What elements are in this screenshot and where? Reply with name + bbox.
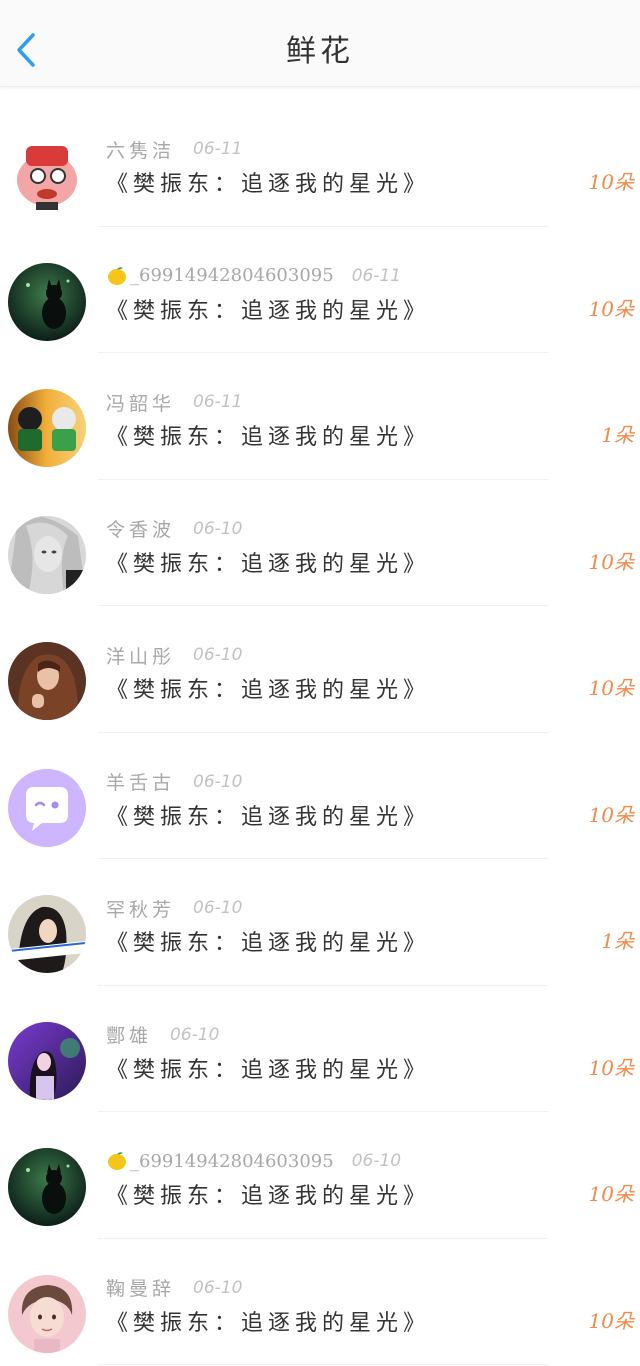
item-title: 《樊振东：追逐我的星光》 [106,1184,431,1209]
list-item[interactable]: 六隽洁 06-11 《樊振东：追逐我的星光》 10朵 [0,100,640,227]
user-name[interactable]: _6991494280460309​5 [130,265,334,286]
flower-count: 10朵 [588,170,634,194]
item-title: 《樊振东：追逐我的星光》 [106,1057,431,1083]
list-item[interactable]: _6991494280460309​5 06-11 《樊振东：追逐我的星光》 1… [0,227,640,354]
item-title: 《樊振东：追逐我的星光》 [106,678,431,703]
list-item[interactable]: 酆雄 06-10 《樊振东：追逐我的星光》 10朵 [0,986,640,1113]
send-date: 06-10 [351,1151,402,1171]
item-meta: 鞠曼辞 06-10 [106,1275,242,1301]
list-item[interactable]: 羊舌古 06-10 《樊振东：追逐我的星光》 10朵 [0,733,640,860]
list-item[interactable]: 鞠曼辞 06-10 《樊振东：追逐我的星光》 10朵 [0,1239,640,1366]
item-meta: 令香波 06-10 [106,516,242,542]
send-date: 06-10 [193,898,243,918]
item-title: 《樊振东：追逐我的星光》 [106,1310,431,1336]
avatar[interactable] [8,389,86,467]
item-title: 《樊振东：追逐我的星光》 [106,551,431,577]
item-meta: _6991494280460309​5 06-11 [106,263,401,289]
avatar[interactable] [8,642,86,720]
user-name[interactable]: 洋山彤 [106,642,175,669]
item-meta: 罕秋芳 06-10 [106,895,242,921]
user-name[interactable]: 罕秋芳 [106,895,175,922]
item-meta: _69914942804603095 06-10 [106,1148,401,1174]
item-title: 《樊振东：追逐我的星光》 [106,298,431,324]
item-title: 《樊振东：追逐我的星光》 [106,425,431,450]
send-date: 06-10 [193,1277,243,1298]
user-name[interactable]: 六隽洁 [106,136,175,163]
send-date: 06-10 [193,771,243,792]
avatar[interactable] [8,262,86,341]
top-bar: 鲜花 [0,0,640,87]
flower-count: 10朵 [588,1055,634,1080]
send-date: 06-10 [193,518,243,539]
flower-count: 1朵 [601,929,634,953]
avatar[interactable] [8,1274,86,1353]
user-name[interactable]: 鞠曼辞 [106,1274,175,1301]
user-name[interactable]: _69914942804603095 [130,1151,334,1172]
user-name[interactable]: 羊舌古 [106,768,175,795]
send-date: 06-10 [193,645,243,665]
item-meta: 羊舌古 06-10 [106,769,242,795]
page-title: 鲜花 [286,34,354,69]
send-date: 06-11 [193,392,243,412]
list-item[interactable]: 罕秋芳 06-10 《樊振东：追逐我的星光》 1朵 [0,859,640,986]
list-item[interactable]: 洋山彤 06-10 《樊振东：追逐我的星光》 10朵 [0,606,640,733]
flower-count: 10朵 [588,676,634,700]
list-item[interactable]: 冯韶华 06-11 《樊振东：追逐我的星光》 1朵 [0,353,640,480]
flower-count: 10朵 [588,296,634,321]
send-date: 06-11 [351,265,402,286]
item-meta: 酆雄 06-10 [106,1022,219,1048]
avatar[interactable] [8,768,86,847]
user-name[interactable]: 酆雄 [106,1021,152,1048]
item-meta: 冯韶华 06-11 [106,389,242,415]
item-title: 《樊振东：追逐我的星光》 [106,931,431,956]
user-name[interactable]: 冯韶华 [106,389,175,416]
avatar[interactable] [8,136,86,214]
flower-list: 六隽洁 06-11 《樊振东：追逐我的星光》 10朵 _699149428046… [0,100,640,1365]
list-item[interactable]: 令香波 06-10 《樊振东：追逐我的星光》 10朵 [0,480,640,607]
lemon-icon [108,1152,126,1170]
flower-count: 10朵 [588,1308,634,1333]
send-date: 06-11 [193,139,243,159]
item-meta: 洋山彤 06-10 [106,642,242,668]
avatar[interactable] [8,1021,86,1100]
user-name[interactable]: 令香波 [106,515,175,542]
lemon-icon [108,266,126,285]
item-title: 《樊振东：追逐我的星光》 [106,804,431,830]
avatar[interactable] [8,1148,86,1226]
avatar[interactable] [8,515,86,594]
flower-count: 10朵 [588,802,634,827]
avatar[interactable] [8,895,86,973]
item-title: 《樊振东：追逐我的星光》 [106,172,431,197]
flower-count: 1朵 [601,423,634,447]
flower-count: 10朵 [588,1182,634,1206]
send-date: 06-10 [170,1024,220,1045]
item-meta: 六隽洁 06-11 [106,136,242,162]
list-item[interactable]: _69914942804603095 06-10 《樊振东：追逐我的星光》 10… [0,1112,640,1239]
flower-count: 10朵 [588,549,634,574]
